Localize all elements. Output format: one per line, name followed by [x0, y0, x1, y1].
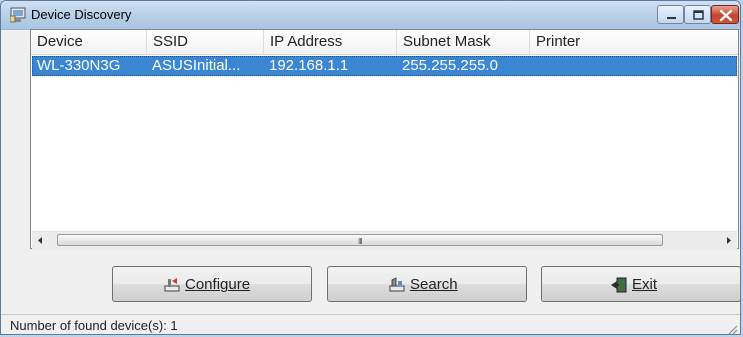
minimize-button[interactable] — [657, 5, 684, 24]
cell-device: WL-330N3G — [37, 57, 121, 74]
table-row[interactable]: WL-330N3G ASUSInitial... 192.168.1.1 255… — [32, 56, 737, 76]
column-header-printer[interactable]: Printer — [530, 30, 738, 54]
configure-label: onfigure — [195, 276, 251, 293]
minimize-icon — [667, 17, 676, 19]
maximize-button[interactable] — [684, 5, 711, 24]
search-mnemonic: S — [410, 276, 421, 293]
list-header: Device SSID IP Address Subnet Mask Print… — [31, 30, 738, 55]
horizontal-scrollbar[interactable]: III — [32, 231, 737, 249]
window-title: Device Discovery — [31, 7, 132, 22]
exit-label: xit — [642, 276, 658, 293]
column-header-ip-address[interactable]: IP Address — [264, 30, 397, 54]
column-header-subnet-mask[interactable]: Subnet Mask — [397, 30, 530, 54]
maximize-icon — [693, 10, 704, 20]
exit-mnemonic: E — [632, 276, 643, 293]
column-header-ssid[interactable]: SSID — [147, 30, 264, 54]
column-header-device[interactable]: Device — [31, 30, 147, 54]
search-icon — [388, 277, 406, 293]
app-icon — [9, 7, 26, 23]
found-devices-status: Number of found device(s): 1 — [10, 318, 178, 333]
cell-ip-address: 192.168.1.1 — [269, 57, 349, 74]
scroll-right-arrow-icon[interactable] — [720, 232, 737, 249]
scroll-grip: III — [358, 237, 363, 246]
configure-mnemonic: C — [185, 276, 196, 293]
device-list[interactable]: Device SSID IP Address Subnet Mask Print… — [30, 29, 739, 249]
configure-icon — [163, 277, 181, 293]
scrollbar-thumb[interactable]: III — [57, 234, 663, 246]
status-bar: Number of found device(s): 1 — [1, 314, 740, 334]
exit-icon — [610, 277, 628, 293]
scroll-left-arrow-icon[interactable] — [32, 232, 49, 249]
search-label: earch — [420, 276, 458, 293]
cell-printer — [531, 57, 735, 75]
resize-grip-icon[interactable] — [726, 322, 738, 334]
device-discovery-window: Device Discovery Device SSID IP Address … — [0, 0, 741, 335]
exit-button[interactable]: Exit — [541, 266, 740, 302]
cell-subnet-mask: 255.255.255.0 — [402, 57, 498, 74]
cell-ssid: ASUSInitial... — [152, 57, 241, 74]
title-bar[interactable]: Device Discovery — [1, 1, 740, 30]
configure-button[interactable]: Configure — [112, 266, 312, 302]
search-button[interactable]: Search — [327, 266, 527, 302]
close-button[interactable] — [711, 5, 739, 24]
close-icon — [719, 9, 733, 22]
